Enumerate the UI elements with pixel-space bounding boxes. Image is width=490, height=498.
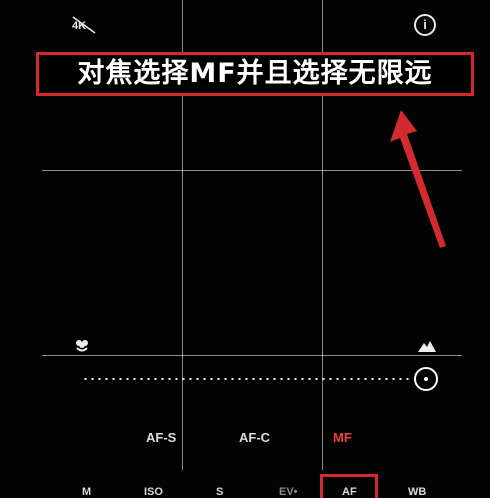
mode-iso[interactable]: ISO [144,486,163,498]
annotation-text: 对焦选择MF并且选择无限远 [77,58,433,89]
4k-icon[interactable]: 4K [70,15,98,35]
annotation-arrow [390,110,446,248]
mode-af[interactable]: AF [342,486,357,498]
info-icon[interactable]: i [414,14,436,36]
pro-mode-bar: M ISO S EV• AF WB [0,486,490,498]
annotation-callout: 对焦选择MF并且选择无限远 [36,52,474,96]
focus-mode-afc[interactable]: AF-C [239,430,270,445]
mountain-infinity-icon [418,341,436,352]
mode-wb[interactable]: WB [408,486,426,498]
mode-shutter[interactable]: S [216,486,223,498]
mode-ev[interactable]: EV• [279,486,298,498]
focus-mode-afs[interactable]: AF-S [146,430,176,445]
focus-scale-divider [42,338,462,358]
flower-macro-icon [76,340,88,352]
focus-slider-track[interactable] [82,378,412,380]
focus-slider-handle[interactable] [414,367,438,391]
manual-focus-slider[interactable] [82,367,442,391]
focus-mode-mf[interactable]: MF [333,430,352,445]
mode-m[interactable]: M [82,486,91,498]
camera-viewfinder[interactable]: 4K i 对焦选择MF并且选择无限远 AF-S AF-C MF M ISO S … [0,0,490,498]
